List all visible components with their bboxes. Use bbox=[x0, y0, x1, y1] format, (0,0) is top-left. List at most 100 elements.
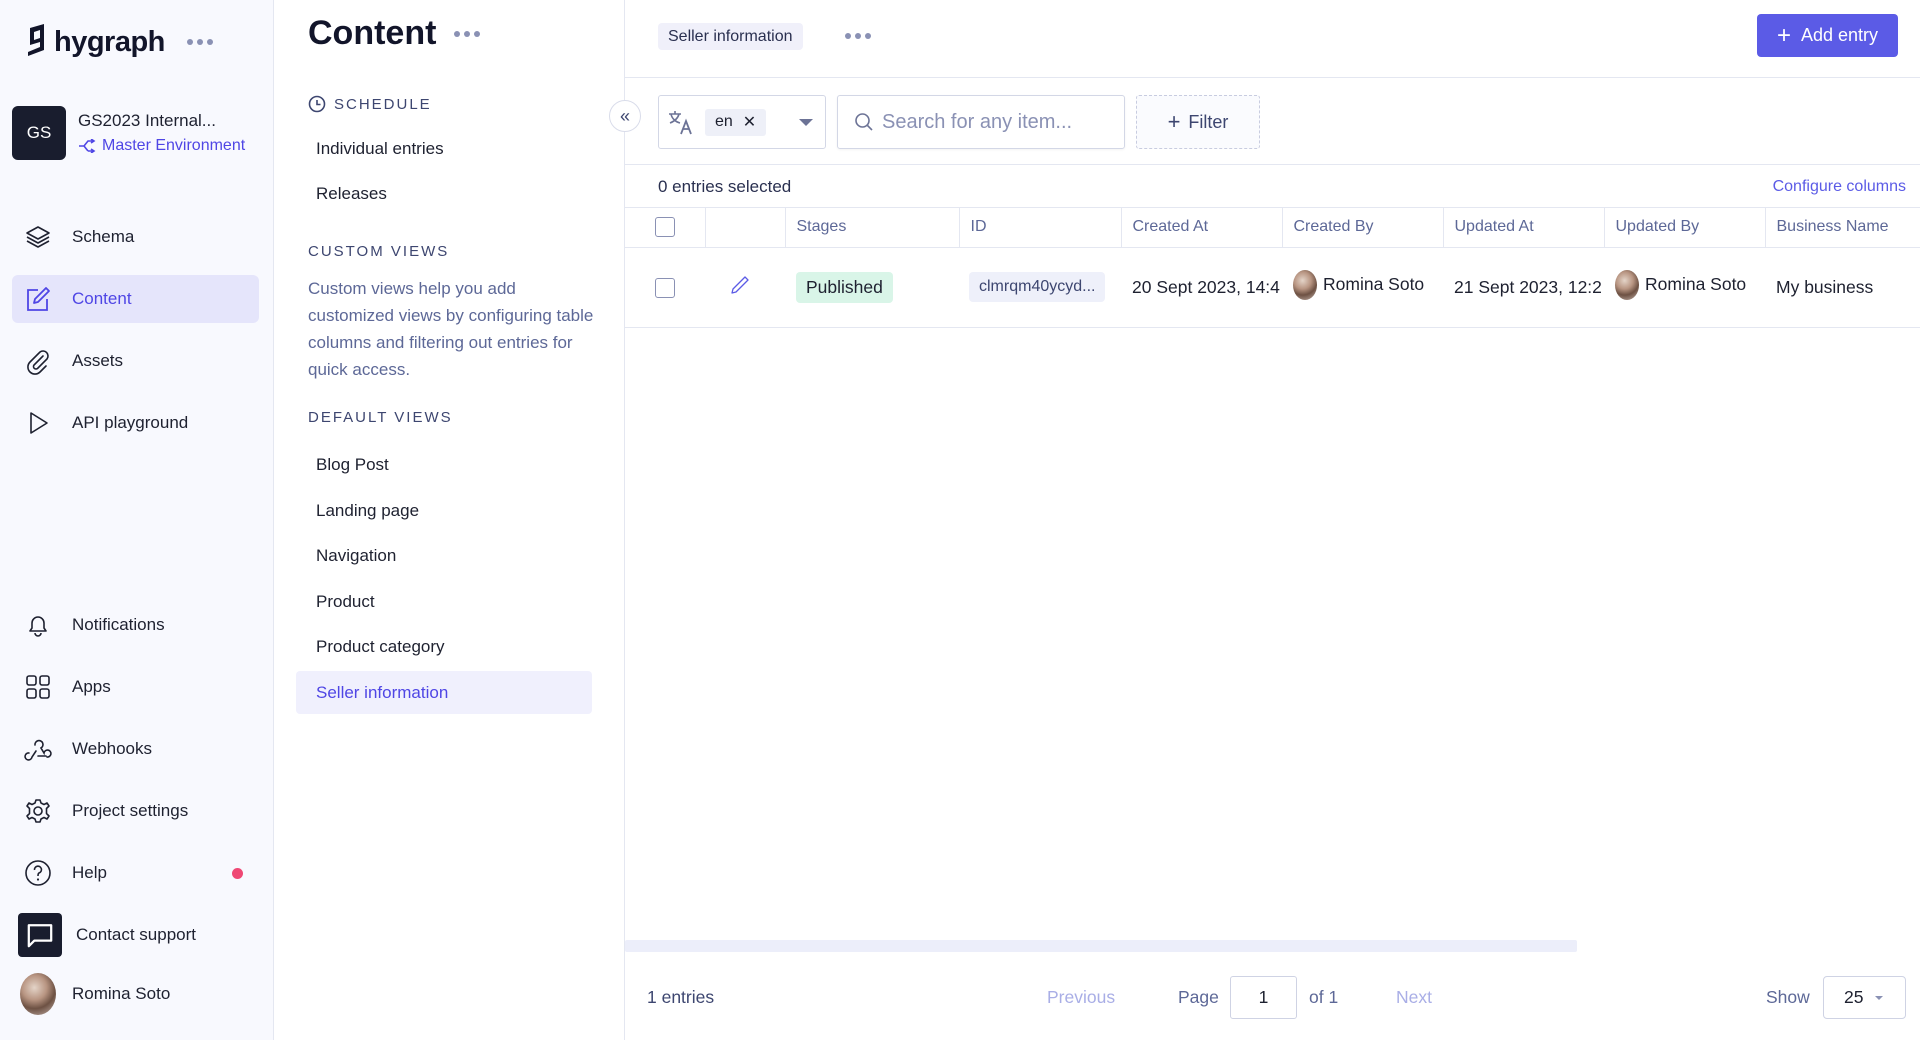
webhook-icon bbox=[24, 739, 52, 761]
created-by: Romina Soto bbox=[1323, 274, 1425, 294]
nav-item-help[interactable]: Help bbox=[12, 849, 259, 897]
search-icon bbox=[855, 113, 873, 131]
play-icon bbox=[30, 412, 48, 434]
main-content: Seller information + Add entry en ✕ Sear… bbox=[625, 0, 1920, 1040]
nav-item-project-settings[interactable]: Project settings bbox=[12, 787, 259, 835]
gear-icon bbox=[26, 799, 50, 823]
select-all-cell bbox=[625, 208, 706, 248]
page-input[interactable] bbox=[1230, 976, 1297, 1019]
entry-id[interactable]: clmrqm40ycyd... bbox=[969, 272, 1106, 302]
avatar bbox=[20, 973, 56, 1015]
chevrons-left-icon: « bbox=[619, 105, 630, 126]
grid-icon bbox=[26, 675, 50, 699]
page-total: of 1 bbox=[1309, 987, 1339, 1007]
view-item[interactable]: Navigation bbox=[296, 534, 592, 577]
add-entry-button[interactable]: + Add entry bbox=[1757, 14, 1898, 57]
primary-sidebar: hygraph GS GS2023 Internal... Master Env… bbox=[0, 0, 274, 1040]
column-header-business-name[interactable]: Business Name bbox=[1765, 208, 1920, 248]
search-input[interactable] bbox=[882, 110, 1102, 134]
clock-icon bbox=[308, 95, 326, 113]
configure-columns-link[interactable]: Configure columns bbox=[1773, 178, 1906, 196]
nav-item-notifications[interactable]: Notifications bbox=[12, 601, 259, 649]
project-avatar: GS bbox=[12, 106, 66, 160]
project-switcher[interactable]: GS GS2023 Internal... Master Environment bbox=[12, 106, 245, 160]
created-at: 20 Sept 2023, 14:4 bbox=[1121, 247, 1282, 328]
custom-views-label: CUSTOM VIEWS bbox=[308, 243, 450, 260]
view-item-active[interactable]: Seller information bbox=[296, 671, 592, 714]
project-name: GS2023 Internal... bbox=[78, 111, 216, 130]
view-options-icon[interactable] bbox=[845, 33, 871, 39]
translate-icon bbox=[669, 111, 692, 135]
avatar bbox=[1293, 269, 1317, 300]
paperclip-icon bbox=[27, 350, 49, 375]
locale-select[interactable]: en ✕ bbox=[658, 95, 826, 149]
entries-count: 1 entries bbox=[647, 987, 715, 1007]
schedule-item[interactable]: Releases bbox=[296, 172, 592, 215]
nav-item-contact-support[interactable]: Contact support bbox=[12, 911, 259, 959]
schedule-item[interactable]: Individual entries bbox=[296, 127, 592, 170]
branch-icon bbox=[79, 139, 96, 153]
nav-item-user[interactable]: Romina Soto bbox=[12, 970, 259, 1018]
hygraph-logo-icon bbox=[28, 24, 44, 56]
brand-name: hygraph bbox=[54, 25, 165, 58]
nav-item-apps[interactable]: Apps bbox=[12, 663, 259, 711]
page-label: Page bbox=[1178, 987, 1219, 1007]
view-item[interactable]: Product bbox=[296, 580, 592, 623]
page-size-select[interactable]: 25 bbox=[1823, 976, 1906, 1019]
chevron-down-icon bbox=[799, 119, 813, 126]
column-header-updated-at[interactable]: Updated At bbox=[1443, 208, 1605, 248]
view-item[interactable]: Product category bbox=[296, 625, 592, 668]
column-header-created-by[interactable]: Created By bbox=[1282, 208, 1444, 248]
pagination: 1 entries Previous Page of 1 Next Show 2… bbox=[625, 960, 1920, 1040]
help-icon bbox=[25, 860, 51, 886]
select-all-checkbox[interactable] bbox=[655, 217, 675, 238]
nav-item-schema[interactable]: Schema bbox=[12, 213, 259, 261]
layers-icon bbox=[26, 226, 50, 248]
nav-item-webhooks[interactable]: Webhooks bbox=[12, 725, 259, 773]
table-header: Stages ID Created At Created By Updated … bbox=[625, 208, 1920, 248]
schedule-section-label: SCHEDULE bbox=[308, 95, 432, 113]
custom-views-description: Custom views help you add customized vie… bbox=[308, 279, 594, 379]
column-header bbox=[705, 208, 786, 248]
entries-table: Stages ID Created At Created By Updated … bbox=[625, 208, 1920, 328]
default-views-label: DEFAULT VIEWS bbox=[308, 409, 453, 426]
show-label: Show bbox=[1766, 987, 1810, 1007]
view-item[interactable]: Landing page bbox=[296, 489, 592, 532]
edit-pencil-icon[interactable] bbox=[729, 274, 751, 296]
chat-icon bbox=[18, 913, 62, 957]
column-header-created-at[interactable]: Created At bbox=[1121, 208, 1283, 248]
updated-by: Romina Soto bbox=[1645, 274, 1747, 294]
search-box[interactable] bbox=[837, 95, 1125, 149]
table-row[interactable]: Published clmrqm40ycyd... 20 Sept 2023, … bbox=[625, 247, 1920, 328]
logo[interactable]: hygraph bbox=[24, 24, 213, 60]
column-header-updated-by[interactable]: Updated By bbox=[1604, 208, 1766, 248]
collapse-panel-button[interactable]: « bbox=[609, 100, 641, 132]
nav-item-content[interactable]: Content bbox=[12, 275, 259, 323]
horizontal-scrollbar[interactable] bbox=[625, 940, 1577, 952]
view-item[interactable]: Blog Post bbox=[296, 443, 592, 486]
column-header-stages[interactable]: Stages bbox=[785, 208, 960, 248]
filter-button[interactable]: + Filter bbox=[1136, 95, 1260, 149]
status-badge: Published bbox=[796, 271, 893, 303]
close-icon[interactable]: ✕ bbox=[743, 112, 756, 132]
previous-button[interactable]: Previous bbox=[1047, 987, 1115, 1008]
chevron-down-icon bbox=[1875, 995, 1884, 1000]
avatar bbox=[1615, 269, 1639, 300]
nav-item-assets[interactable]: Assets bbox=[12, 337, 259, 385]
content-panel: Content SCHEDULE Individual entries Rele… bbox=[274, 0, 625, 1040]
panel-title: Content bbox=[308, 14, 437, 52]
next-button[interactable]: Next bbox=[1396, 987, 1432, 1008]
nav-item-api-playground[interactable]: API playground bbox=[12, 399, 259, 447]
bell-icon bbox=[29, 616, 47, 637]
business-name: My business bbox=[1765, 247, 1920, 328]
plus-icon: + bbox=[1776, 21, 1791, 49]
edit-icon bbox=[27, 287, 50, 311]
row-checkbox[interactable] bbox=[655, 277, 675, 298]
more-options-icon[interactable] bbox=[454, 30, 481, 37]
environment-link[interactable]: Master Environment bbox=[78, 137, 245, 155]
notification-dot bbox=[232, 867, 243, 879]
view-name-chip[interactable]: Seller information bbox=[658, 23, 803, 50]
more-options-icon[interactable] bbox=[186, 39, 213, 45]
plus-icon: + bbox=[1167, 109, 1181, 134]
column-header-id[interactable]: ID bbox=[959, 208, 1122, 248]
